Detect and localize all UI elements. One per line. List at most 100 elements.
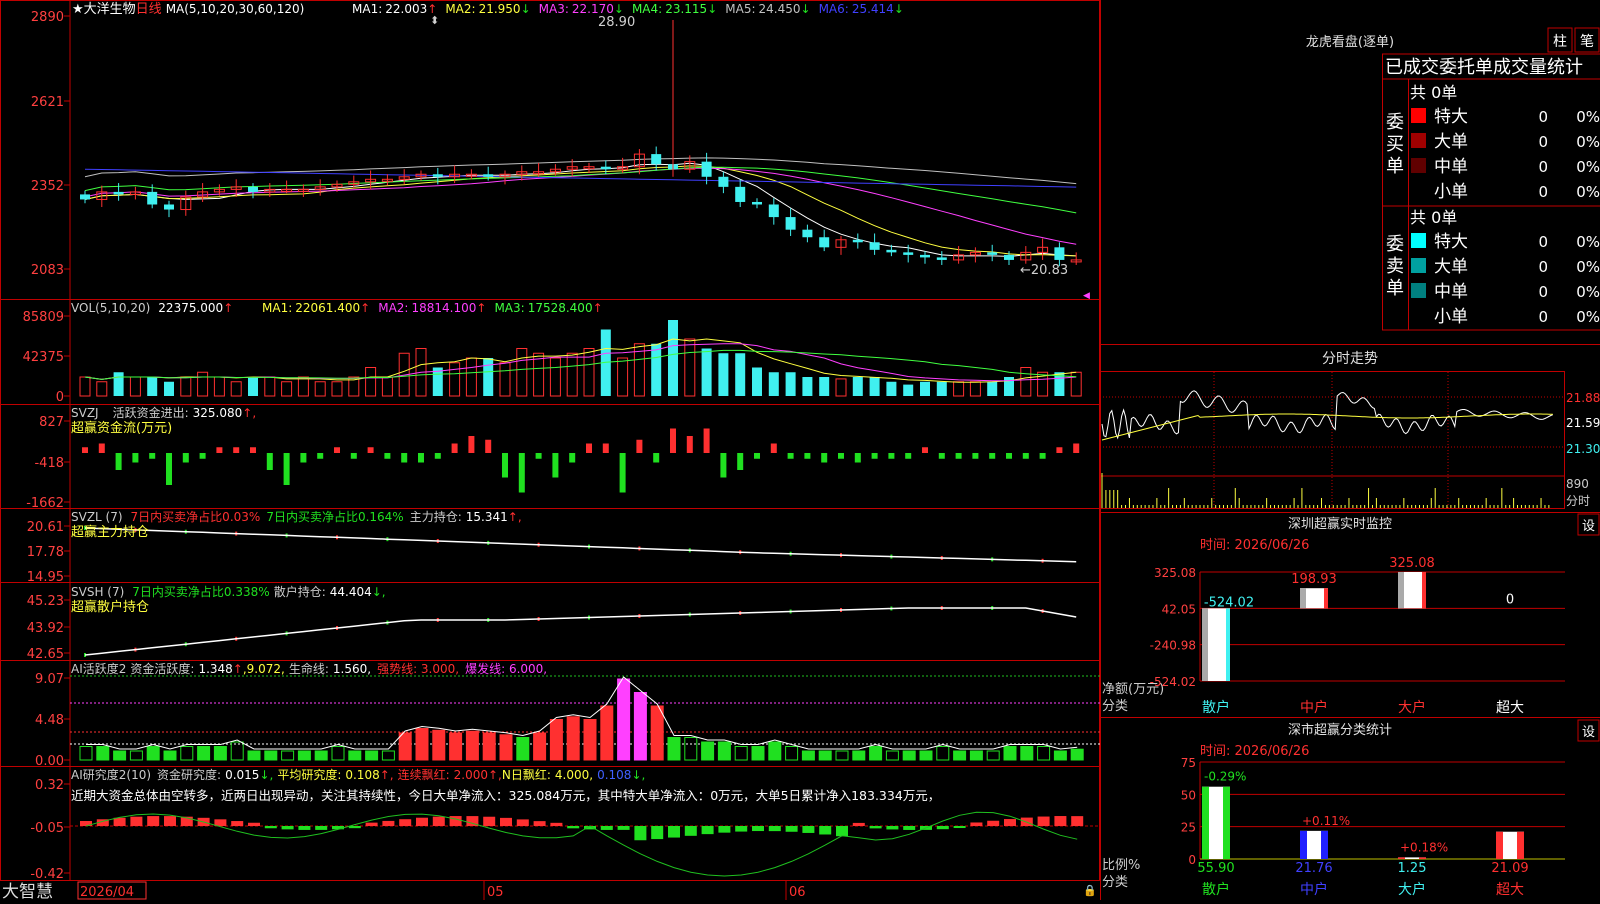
flow-bar-out <box>166 453 172 485</box>
legend-key: MA2: <box>445 2 475 16</box>
sz-class-value: 1.25 <box>1398 861 1427 876</box>
sz-class-value: 55.90 <box>1197 861 1234 876</box>
flow-bar-out <box>938 453 945 459</box>
star-icon[interactable]: ★ <box>72 2 84 17</box>
row-percent: 0% <box>1576 283 1600 301</box>
activity-bar <box>197 746 211 761</box>
price-panel[interactable]: 2890262123522083 28.90 ←20.83 ⬍ ◀ <box>31 10 1090 301</box>
svzl-tick: 20.61 <box>27 520 64 535</box>
sz-class-panel[interactable]: 深市超赢分类统计 设 时间: 2026/06/26 75 50 25 0 -0.29% 5… <box>1102 719 1600 898</box>
activity-bar <box>331 746 345 761</box>
sz-class-bar-left <box>1300 830 1307 859</box>
research-bar <box>735 826 748 832</box>
research-bar <box>1054 816 1067 826</box>
research-value5: 0.108 <box>597 768 631 782</box>
sz-monitor-panel[interactable]: 深圳超赢实时监控 设 时间: 2026/06/26 325.08 42.05 -24… <box>1102 513 1600 716</box>
volume-bar-down <box>483 358 494 396</box>
sz-monitor-chart: 325.0842.05-240.98-524.02-524.02散户198.93… <box>1150 556 1565 716</box>
intraday-panel[interactable]: 分时走势 21.88 21.59 21.30 890 分时 <box>1100 351 1600 509</box>
candle-down <box>164 204 174 210</box>
activity-bar <box>1070 748 1084 761</box>
volume-tick: 42375 <box>23 350 64 365</box>
sz-class-settings-label[interactable]: 设 <box>1582 725 1595 740</box>
sz-monitor-settings-label[interactable]: 设 <box>1582 519 1595 534</box>
activity-bar <box>684 737 698 761</box>
activity-bar <box>734 746 748 761</box>
svzl-panel[interactable]: 20.61 17.78 14.95 <box>27 520 1077 585</box>
period-label[interactable]: 日线 <box>136 2 162 17</box>
row-name: 中单 <box>1434 282 1468 302</box>
tick-mode-label[interactable]: 笔 <box>1580 34 1594 50</box>
activity-bar <box>432 729 446 761</box>
flow-bar-out <box>905 453 912 459</box>
research-bar <box>416 817 428 826</box>
ai-value: 1.348 <box>198 662 232 676</box>
volume-bar-down <box>668 320 678 396</box>
row-value: 0 <box>1538 308 1548 326</box>
sz-monitor-unit: 净额(万元) <box>1102 682 1164 697</box>
volume-bar-down <box>735 353 746 396</box>
lock-icon[interactable]: 🔒 <box>1083 884 1097 897</box>
sz-monitor-bar-shade <box>1202 608 1208 681</box>
longhu-title: 龙虎看盘(逐单) <box>1306 34 1394 50</box>
flow-bar-out <box>619 453 626 493</box>
ai-y-axis: 9.07 4.48 0.00 <box>35 672 70 769</box>
flow-bar-out <box>132 453 139 463</box>
legend-value: 21.950 <box>479 2 521 16</box>
volume-bar-up <box>314 381 326 397</box>
ai-activity-panel[interactable]: 9.07 4.48 0.00 <box>35 672 1100 769</box>
candle-down <box>903 252 914 255</box>
svzj-panel[interactable]: 827 -418 -1662 <box>26 415 1080 511</box>
row-value: 0 <box>1538 108 1548 126</box>
research-bar <box>634 826 647 841</box>
research-bar <box>550 822 563 826</box>
research-bar <box>432 816 445 826</box>
activity-bar <box>549 719 563 761</box>
volume-bar-up <box>281 381 293 397</box>
flow-bar-out <box>653 453 660 463</box>
volume-bar-down <box>651 343 662 396</box>
volume-panel[interactable]: 85809 42375 0 <box>23 310 1082 405</box>
legend-value: 17528.400 <box>528 301 593 315</box>
research-dir2: ↑, <box>380 768 394 782</box>
sz-monitor-time: 时间: 2026/06/26 <box>1200 538 1309 553</box>
scroll-left-icon[interactable]: ◀ <box>1083 291 1090 301</box>
activity-bar <box>79 746 93 761</box>
flow-bar-in <box>922 447 928 453</box>
research-value2: 0.108 <box>345 768 379 782</box>
intraday-lines <box>1101 390 1553 441</box>
sz-monitor-tick: -240.98 <box>1150 639 1196 653</box>
price-line <box>1101 390 1553 440</box>
price-y-axis: 2890 2621 2352 2083 <box>31 10 70 278</box>
row-value: 0 <box>1538 258 1548 276</box>
volume-bar-down <box>903 384 914 396</box>
row-name: 大单 <box>1434 257 1468 277</box>
legend-value: 22.170 <box>572 2 614 16</box>
svzl-y-axis: 20.61 17.78 14.95 <box>27 520 70 585</box>
flow-bar-in <box>451 443 458 453</box>
svsh-panel[interactable]: 45.23 43.92 42.65 <box>27 594 1077 662</box>
flow-bar-out <box>955 453 962 459</box>
side-label-char: 卖 <box>1386 256 1404 277</box>
ai-dir: ↑ <box>233 662 243 676</box>
flow-bar-out <box>838 453 844 459</box>
low-price-label: ←20.83 <box>1020 263 1068 278</box>
activity-bar <box>785 746 799 761</box>
activity-bar <box>835 750 849 761</box>
volume-ma-lines <box>84 338 1077 383</box>
activity-bar <box>801 750 815 761</box>
bar-mode-label[interactable]: 柱 <box>1553 34 1567 50</box>
volume-bar-down <box>248 377 258 396</box>
activity-bar <box>650 705 664 761</box>
svzj-tick: -418 <box>34 456 64 471</box>
legend-dir: ↓ <box>614 2 624 16</box>
svzj-subtitle: 超赢资金流(万元) <box>71 420 172 436</box>
flow-bar-out <box>115 453 122 470</box>
candle-down <box>80 194 90 200</box>
activity-bar <box>852 750 866 761</box>
stock-terminal: 2890 2621 2352 2083 28.90 ←20.83 ⬍ ◀ ★大洋生物日… <box>0 0 1600 902</box>
activity-bar <box>398 732 412 761</box>
research-bar <box>600 826 613 830</box>
volume-bar-up <box>381 376 393 397</box>
flow-bar-out <box>502 453 508 478</box>
